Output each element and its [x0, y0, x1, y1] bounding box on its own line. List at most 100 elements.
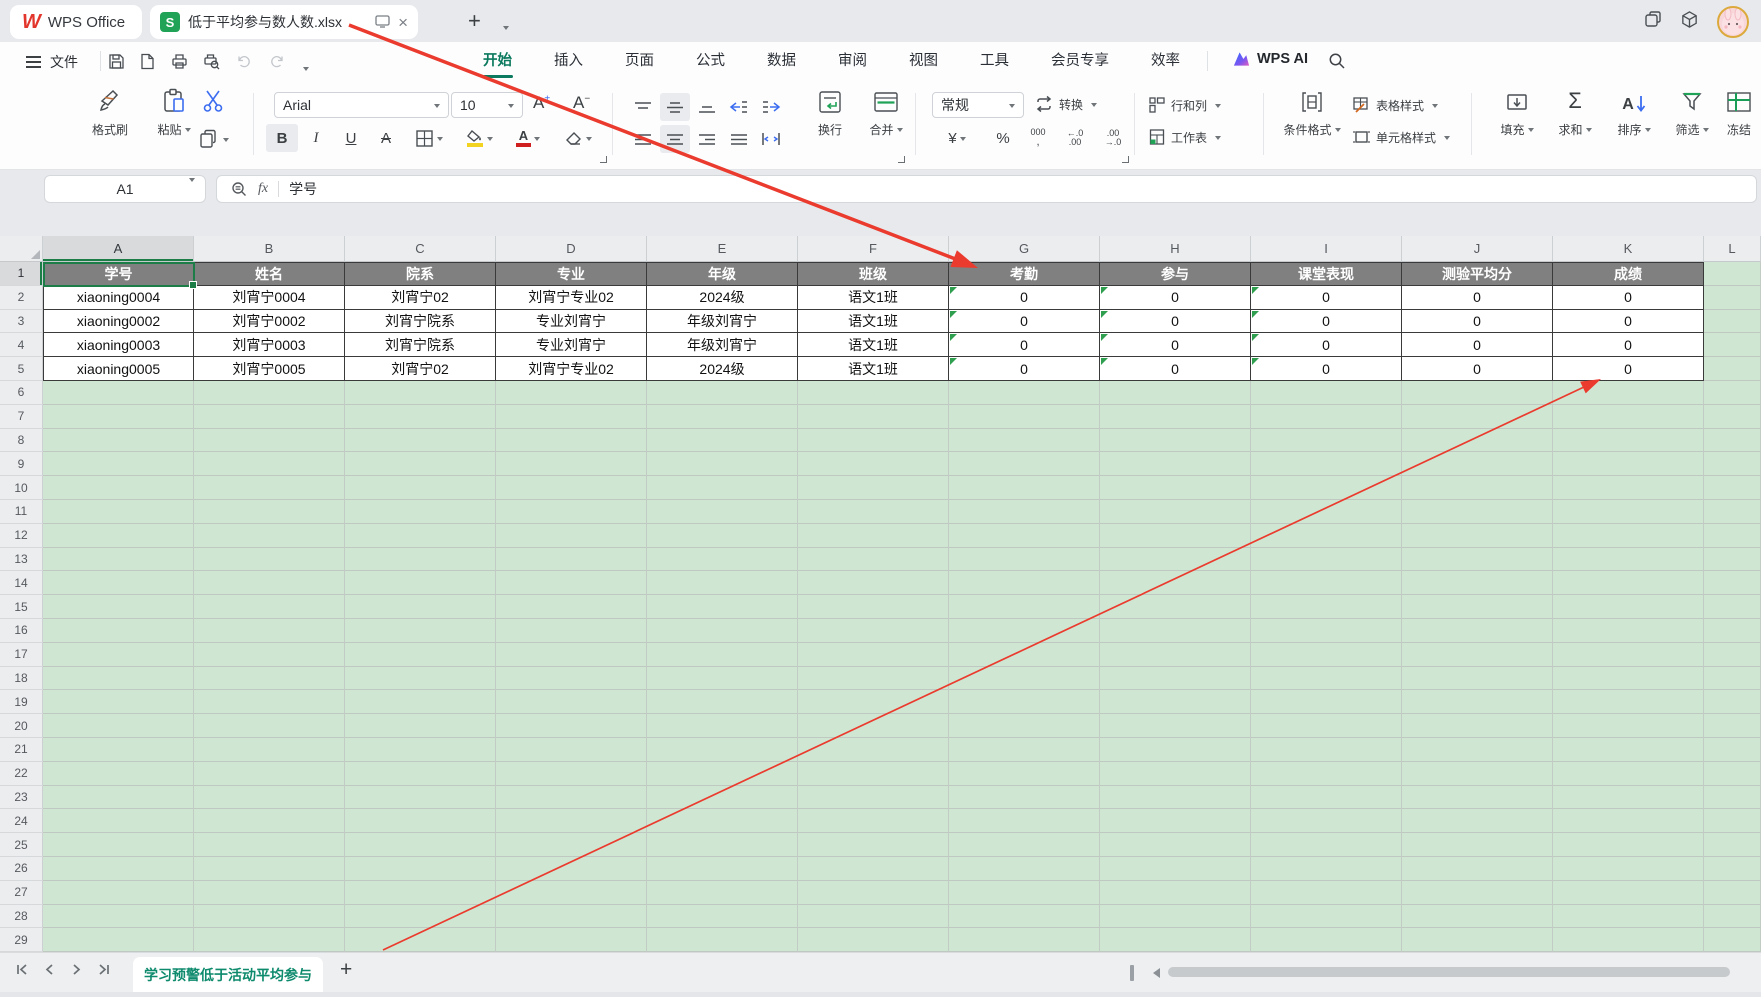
cell-D12[interactable]	[496, 524, 647, 548]
cell-A15[interactable]	[43, 595, 194, 619]
align-left-button[interactable]	[628, 125, 658, 153]
cell-F10[interactable]	[798, 476, 949, 500]
cell-K29[interactable]	[1553, 928, 1704, 952]
column-header-I[interactable]: I	[1251, 236, 1402, 262]
cell-D13[interactable]	[496, 548, 647, 572]
cell-K16[interactable]	[1553, 619, 1704, 643]
cell-F11[interactable]	[798, 500, 949, 524]
cell-D1[interactable]: 专业	[496, 262, 647, 286]
cell-H19[interactable]	[1100, 690, 1251, 714]
cell-D29[interactable]	[496, 928, 647, 952]
cell-J15[interactable]	[1402, 595, 1553, 619]
cell-J2[interactable]: 0	[1402, 286, 1553, 310]
cell-J10[interactable]	[1402, 476, 1553, 500]
fill-button[interactable]: 填充	[1491, 80, 1543, 138]
cell-K25[interactable]	[1553, 833, 1704, 857]
cell-F9[interactable]	[798, 452, 949, 476]
cell-K2[interactable]: 0	[1553, 286, 1704, 310]
ribbon-tab-工具[interactable]: 工具	[959, 42, 1030, 80]
cell-E16[interactable]	[647, 619, 798, 643]
cell-G20[interactable]	[949, 714, 1100, 738]
ribbon-tab-审阅[interactable]: 审阅	[817, 42, 888, 80]
cell-H7[interactable]	[1100, 405, 1251, 429]
cell-D20[interactable]	[496, 714, 647, 738]
font-dialog-launcher[interactable]	[600, 156, 607, 163]
row-header-18[interactable]: 18	[0, 667, 43, 691]
formula-input[interactable]: fx 学号	[216, 175, 1757, 203]
column-header-D[interactable]: D	[496, 236, 647, 262]
next-sheet-icon[interactable]	[70, 963, 83, 981]
cell-E5[interactable]: 2024级	[647, 357, 798, 381]
row-header-15[interactable]: 15	[0, 595, 43, 619]
cell-E14[interactable]	[647, 571, 798, 595]
cell-H13[interactable]	[1100, 548, 1251, 572]
cell-H16[interactable]	[1100, 619, 1251, 643]
cell-E18[interactable]	[647, 667, 798, 691]
cell-D28[interactable]	[496, 905, 647, 929]
column-header-J[interactable]: J	[1402, 236, 1553, 262]
column-header-A[interactable]: A	[43, 236, 194, 262]
thousands-separator-button[interactable]: 000,	[1022, 124, 1054, 152]
windows-stack-icon[interactable]	[1644, 11, 1662, 34]
cell-J9[interactable]	[1402, 452, 1553, 476]
cell-L9[interactable]	[1704, 452, 1761, 476]
cell-L1[interactable]	[1704, 262, 1761, 286]
cell-G26[interactable]	[949, 857, 1100, 881]
cell-C27[interactable]	[345, 881, 496, 905]
cell-K18[interactable]	[1553, 667, 1704, 691]
cell-K14[interactable]	[1553, 571, 1704, 595]
row-header-16[interactable]: 16	[0, 619, 43, 643]
cell-B9[interactable]	[194, 452, 345, 476]
cell-L12[interactable]	[1704, 524, 1761, 548]
add-sheet-button[interactable]: +	[340, 958, 352, 982]
cell-F4[interactable]: 语文1班	[798, 333, 949, 357]
cell-B23[interactable]	[194, 786, 345, 810]
cell-F3[interactable]: 语文1班	[798, 310, 949, 334]
cell-B25[interactable]	[194, 833, 345, 857]
table-style-button[interactable]: 表格样式	[1352, 92, 1450, 118]
cell-G15[interactable]	[949, 595, 1100, 619]
cell-H11[interactable]	[1100, 500, 1251, 524]
cell-E13[interactable]	[647, 548, 798, 572]
cell-J1[interactable]: 测验平均分	[1402, 262, 1553, 286]
increase-indent-button[interactable]	[756, 93, 786, 121]
cell-F13[interactable]	[798, 548, 949, 572]
cell-D18[interactable]	[496, 667, 647, 691]
cell-H17[interactable]	[1100, 643, 1251, 667]
cell-F8[interactable]	[798, 429, 949, 453]
apps-cube-icon[interactable]	[1680, 10, 1699, 34]
cell-J5[interactable]: 0	[1402, 357, 1553, 381]
font-decrease-button[interactable]: A−	[573, 93, 590, 113]
cell-K6[interactable]	[1553, 381, 1704, 405]
cell-C22[interactable]	[345, 762, 496, 786]
italic-button[interactable]: I	[300, 124, 332, 152]
cell-L21[interactable]	[1704, 738, 1761, 762]
cell-K26[interactable]	[1553, 857, 1704, 881]
cell-A19[interactable]	[43, 690, 194, 714]
wps-ai-button[interactable]: WPS AI	[1232, 50, 1308, 68]
cell-J25[interactable]	[1402, 833, 1553, 857]
cell-H15[interactable]	[1100, 595, 1251, 619]
cell-E2[interactable]: 2024级	[647, 286, 798, 310]
cell-H26[interactable]	[1100, 857, 1251, 881]
cell-H21[interactable]	[1100, 738, 1251, 762]
cell-E19[interactable]	[647, 690, 798, 714]
cell-K22[interactable]	[1553, 762, 1704, 786]
cell-A2[interactable]: xiaoning0004	[43, 286, 194, 310]
cell-E4[interactable]: 年级刘宵宁	[647, 333, 798, 357]
cell-K7[interactable]	[1553, 405, 1704, 429]
horizontal-scrollbar[interactable]	[1168, 967, 1730, 977]
cell-I28[interactable]	[1251, 905, 1402, 929]
cell-C12[interactable]	[345, 524, 496, 548]
cell-E26[interactable]	[647, 857, 798, 881]
percent-format-button[interactable]: %	[988, 124, 1018, 152]
cell-A14[interactable]	[43, 571, 194, 595]
cell-K27[interactable]	[1553, 881, 1704, 905]
cell-C9[interactable]	[345, 452, 496, 476]
cell-A16[interactable]	[43, 619, 194, 643]
wrap-text-button[interactable]: 换行	[806, 80, 854, 138]
cell-L16[interactable]	[1704, 619, 1761, 643]
cell-L14[interactable]	[1704, 571, 1761, 595]
cell-H24[interactable]	[1100, 809, 1251, 833]
cell-L26[interactable]	[1704, 857, 1761, 881]
